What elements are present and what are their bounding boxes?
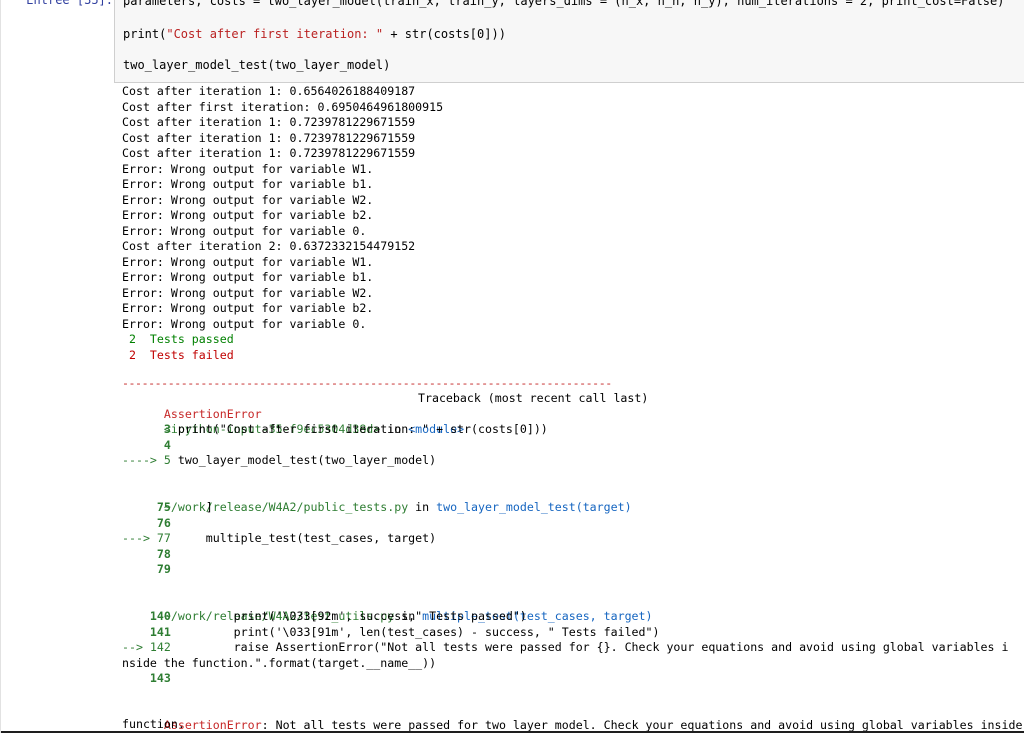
code-line-3: two_layer_model_test(two_layer_model) [123,58,391,72]
line-code: multiple_test(test_cases, target) [177,531,437,545]
line-code: two_layer_model_test(two_layer_model) [177,453,437,467]
traceback-line: 140 print('\033[92m', success," Tests pa… [122,609,527,625]
final-error-message: : Not all tests were passed for two_laye… [261,717,1024,732]
line-code: print('\033[92m', success," Tests passed… [177,609,527,623]
traceback-line: nside the function.".format(target.__nam… [122,656,436,672]
traceback-line: ----> 5 two_layer_model_test(two_layer_m… [122,453,436,469]
stdout-line: Cost after first iteration: 0.6950464961… [122,99,444,114]
traceback-line: 76 [122,516,171,532]
notebook-page: Entrée [35]: parameters, costs = two_lay… [0,0,1024,733]
line-code: raise AssertionError("Not all tests were… [177,640,1009,654]
func-name-2: two_layer_model_test(target) [436,499,632,514]
line-number: 76 [122,515,171,530]
line-code: print("Cost after first iteration: " + s… [177,422,548,436]
traceback-line: 143 [122,671,171,687]
line-number: 79 [122,562,171,576]
code-line-1: parameters, costs = two_layer_model(trai… [123,0,1005,8]
line-code: ] [177,500,213,514]
traceback-line: 78 [122,547,171,563]
stdout-line: Error: Wrong output for variable b1. [122,270,374,284]
stdout-line: Error: Wrong output for variable b2. [122,208,374,222]
stdout-line: Error: Wrong output for variable W2. [122,285,374,300]
line-code: print('\033[91m', len(test_cases) - succ… [177,624,660,639]
stdout-line: Cost after iteration 1: 0.65640261884091… [122,84,416,98]
traceback-line: 75 ] [122,500,213,516]
code-line-2: print("Cost after first iteration: " + s… [123,27,506,41]
line-number: 141 [122,624,178,639]
line-code: nside the function.".format(target.__nam… [122,655,437,670]
line-number: --> 142 [122,640,178,654]
traceback-line: 141 print('\033[91m', len(test_cases) - … [122,624,660,641]
traceback-line: --> 142 raise AssertionError("Not all te… [122,640,1008,656]
line-number: 3 [122,422,178,436]
code-cell-input[interactable]: parameters, costs = two_layer_model(trai… [114,0,1024,83]
stdout-line: Error: Wrong output for variable W2. [122,192,374,207]
line-number: ---> 77 [122,531,178,545]
stdout-line: Cost after iteration 1: 0.72397812296715… [122,146,416,160]
stdout-line: Error: Wrong output for variable 0. [122,223,367,238]
stdout-line: Error: Wrong output for variable b2. [122,301,374,315]
stdout-line: Error: Wrong output for variable 0. [122,316,367,331]
traceback-line: 3 print("Cost after first iteration: " +… [122,422,548,438]
line-number: 78 [122,546,171,561]
tests-failed-line: 2 Tests failed [122,348,234,362]
line-number: 143 [122,671,171,685]
stdout-line: Error: Wrong output for variable W1. [122,161,374,176]
stdout-line: Cost after iteration 2: 0.63723321544791… [122,239,416,253]
stdout-line: Cost after iteration 1: 0.72397812296715… [122,130,416,145]
stdout-line: Error: Wrong output for variable b1. [122,177,374,191]
line-number: 75 [122,500,178,514]
in-word-2: in [408,499,437,514]
traceback-line: 4 [122,438,171,454]
line-number: 4 [122,437,171,452]
cell-prompt: Entrée [35]: [26,0,113,7]
traceback-separator: ----------------------------------------… [122,376,612,390]
stdout-line: Error: Wrong output for variable W1. [122,254,374,269]
final-error-line: AssertionError: Not all tests were passe… [122,702,1024,749]
line-number: 140 [122,609,178,623]
traceback-line: 79 [122,562,171,578]
stdout-line: Cost after iteration 1: 0.72397812296715… [122,115,416,129]
traceback-line: ---> 77 multiple_test(test_cases, target… [122,531,436,547]
traceback-header-right: Traceback (most recent call last) [418,391,649,405]
tests-passed-line: 2 Tests passed [122,332,234,346]
line-number: ----> 5 [122,453,178,467]
